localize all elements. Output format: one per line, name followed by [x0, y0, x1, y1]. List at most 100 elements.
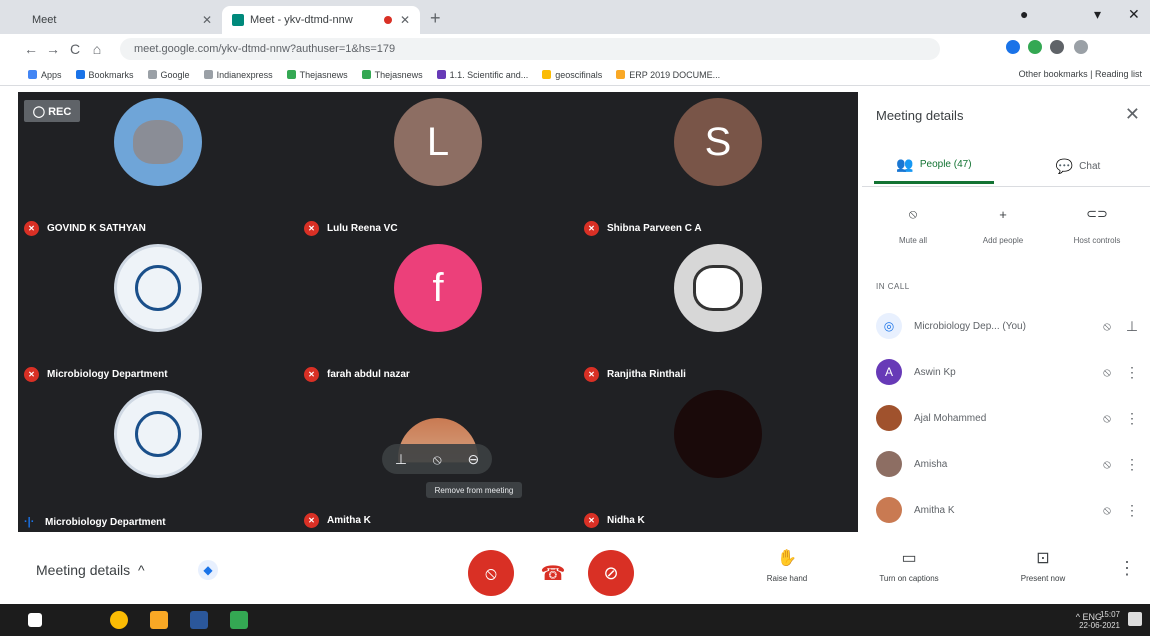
- bookmark-item[interactable]: Indianexpress: [203, 70, 273, 80]
- browser-tab-active[interactable]: Meet - ykv-dtmd-nnw ✕: [222, 6, 420, 34]
- participant-row[interactable]: Amitha K ⦸ ⋮: [876, 490, 1142, 530]
- camera-toggle-button[interactable]: ⊘: [588, 550, 634, 596]
- avatar: L: [394, 98, 482, 186]
- tile-name: ·|· Microbiology Department: [24, 516, 166, 528]
- windows-start-icon[interactable]: [28, 613, 42, 627]
- tab-people[interactable]: 👥 People (47): [874, 148, 994, 184]
- mute-participant-icon[interactable]: ⦸: [433, 451, 442, 468]
- participant-tile[interactable]: f ✕ farah abdul nazar: [298, 238, 578, 384]
- participant-tile[interactable]: ✕ Ranjitha Rinthali: [578, 238, 858, 384]
- panel-title: Meeting details: [876, 108, 964, 123]
- reload-icon[interactable]: C: [64, 41, 86, 57]
- mute-all-button[interactable]: ⦸ Mute all: [868, 200, 958, 245]
- notification-icon[interactable]: [1128, 612, 1142, 626]
- minimize-icon[interactable]: ▾: [1094, 6, 1101, 23]
- new-tab-button[interactable]: +: [430, 8, 441, 29]
- os-taskbar: ^ ENG 15:07 22-06-2021: [0, 604, 1150, 636]
- more-options-icon[interactable]: ⋮: [1122, 410, 1142, 427]
- more-options-icon[interactable]: ⋮: [1122, 502, 1142, 519]
- participant-tile[interactable]: S ✕ Shibna Parveen C A: [578, 92, 858, 238]
- add-people-button[interactable]: + Add people: [958, 200, 1048, 246]
- extension-icon[interactable]: [1006, 40, 1020, 54]
- profile-icon[interactable]: ●: [1020, 6, 1028, 22]
- bookmark-item[interactable]: geoscifinals: [542, 70, 602, 80]
- participant-tile[interactable]: ✕ Microbiology Department: [18, 238, 298, 384]
- back-icon[interactable]: ←: [20, 41, 42, 57]
- tile-name: ✕ Shibna Parveen C A: [584, 221, 702, 236]
- word-icon[interactable]: [190, 611, 208, 629]
- extension-icon[interactable]: [1050, 40, 1064, 54]
- participant-tile[interactable]: ✕ GOVIND K SATHYAN: [18, 92, 298, 238]
- browser-tab-inactive[interactable]: Meet ✕: [22, 6, 222, 34]
- avatar: A: [876, 359, 902, 385]
- more-options-icon[interactable]: ⋮: [1118, 558, 1136, 579]
- participant-tile[interactable]: L ✕ Lulu Reena VC: [298, 92, 578, 238]
- page-icon: [436, 70, 446, 79]
- forward-icon[interactable]: →: [42, 41, 64, 57]
- mic-off-icon: ✕: [584, 367, 599, 382]
- host-controls-button[interactable]: ⊂⊃ Host controls: [1052, 200, 1142, 245]
- mic-off-icon: ✕: [584, 221, 599, 236]
- raise-hand-button[interactable]: ✋ Raise hand: [732, 548, 842, 583]
- chrome-icon[interactable]: [110, 611, 128, 629]
- bookmark-item[interactable]: Bookmarks: [75, 70, 134, 80]
- present-now-button[interactable]: ⊡ Present now: [988, 548, 1098, 583]
- meeting-details-panel: Meeting details ✕ 👥 People (47) 💬 Chat ⦸…: [862, 92, 1150, 532]
- bookmark-item[interactable]: ERP 2019 DOCUME...: [616, 70, 720, 80]
- meeting-details-toggle[interactable]: Meeting details ^: [36, 562, 145, 578]
- tooltip: Remove from meeting: [426, 482, 522, 498]
- leave-call-button[interactable]: ☎: [530, 550, 576, 596]
- close-tab-icon[interactable]: ✕: [400, 13, 410, 27]
- captions-button[interactable]: ▭ Turn on captions: [854, 548, 964, 583]
- bookmark-item[interactable]: 1.1. Scientific and...: [436, 70, 528, 80]
- mic-off-icon[interactable]: ⦸: [1092, 457, 1122, 472]
- app-icon[interactable]: [230, 611, 248, 629]
- mic-off-icon[interactable]: ⦸: [1092, 411, 1122, 426]
- mic-off-icon[interactable]: ⦸: [1092, 365, 1122, 380]
- shield-icon[interactable]: ◆: [198, 560, 218, 580]
- page-icon: [147, 70, 157, 79]
- participant-row[interactable]: Amisha ⦸ ⋮: [876, 444, 1142, 484]
- pin-icon[interactable]: ⊥: [395, 451, 407, 468]
- bookmarks-bar: Apps Bookmarks Google Indianexpress Thej…: [0, 64, 1150, 86]
- mic-toggle-button[interactable]: ⦸: [468, 550, 514, 596]
- bookmark-item[interactable]: Thejasnews: [286, 70, 348, 80]
- extension-icon[interactable]: [1028, 40, 1042, 54]
- participant-row[interactable]: Ajal Mohammed ⦸ ⋮: [876, 398, 1142, 438]
- more-options-icon[interactable]: ⋮: [1122, 364, 1142, 381]
- bookmark-item[interactable]: Thejasnews: [361, 70, 423, 80]
- recording-indicator-icon: [383, 16, 392, 24]
- participant-tile-self[interactable]: ·|· Microbiology Department: [18, 384, 298, 530]
- close-panel-icon[interactable]: ✕: [1125, 104, 1140, 125]
- mic-off-icon: ✕: [24, 221, 39, 236]
- mic-off-icon: ✕: [304, 221, 319, 236]
- tile-name: ✕ Ranjitha Rinthali: [584, 367, 686, 382]
- tab-title: Meet: [32, 14, 57, 26]
- meet-favicon-icon: [232, 14, 244, 26]
- close-tab-icon[interactable]: ✕: [202, 13, 212, 27]
- other-bookmarks[interactable]: Other bookmarks | Reading list: [1019, 69, 1142, 79]
- participant-row[interactable]: ◎ Microbiology Dep... (You) ⦸ ⊥: [876, 306, 1142, 346]
- page-icon: [616, 70, 626, 79]
- more-options-icon[interactable]: ⋮: [1122, 456, 1142, 473]
- apps-icon: [28, 70, 37, 79]
- pin-icon[interactable]: ⊥: [1122, 318, 1142, 335]
- mic-off-icon: ⦸: [908, 206, 918, 221]
- mic-off-icon: ✕: [24, 367, 39, 382]
- mic-off-icon[interactable]: ⦸: [1092, 319, 1122, 334]
- profile-avatar-icon[interactable]: [1074, 40, 1088, 54]
- department-logo-avatar: [114, 244, 202, 332]
- bookmark-item[interactable]: Apps: [28, 70, 62, 80]
- home-icon[interactable]: ⌂: [86, 41, 108, 57]
- mic-off-icon[interactable]: ⦸: [1092, 503, 1122, 518]
- file-explorer-icon[interactable]: [150, 611, 168, 629]
- clock[interactable]: 15:07 22-06-2021: [1079, 609, 1120, 631]
- participant-row[interactable]: A Aswin Kp ⦸ ⋮: [876, 352, 1142, 392]
- remove-participant-icon[interactable]: ⊖: [467, 451, 479, 468]
- tab-chat[interactable]: 💬 Chat: [1018, 148, 1138, 184]
- participant-tile[interactable]: ✕ Nidha K: [578, 384, 858, 530]
- url-input[interactable]: meet.google.com/ykv-dtmd-nnw?authuser=1&…: [120, 38, 940, 60]
- close-window-icon[interactable]: ✕: [1128, 6, 1140, 23]
- avatar: [876, 451, 902, 477]
- bookmark-item[interactable]: Google: [147, 70, 190, 80]
